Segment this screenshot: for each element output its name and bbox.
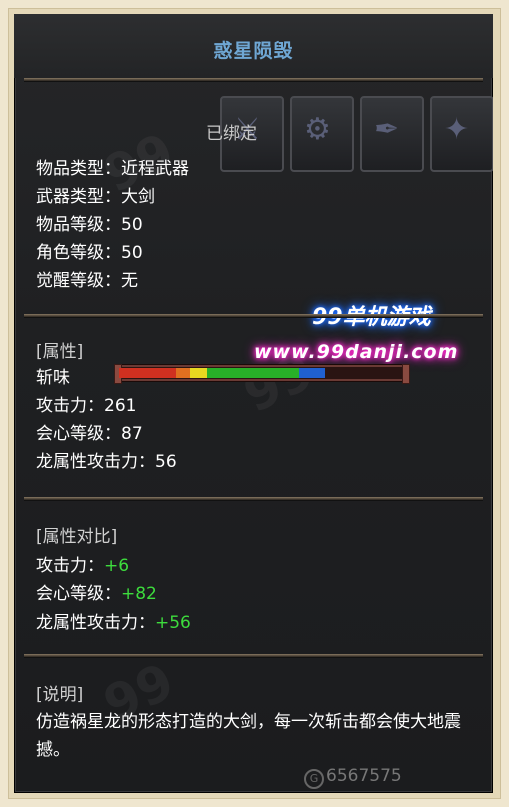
sharpness-segment: [207, 368, 299, 378]
item-tooltip: 99 99 99 惑星陨毁 ⚔ ⚙ ✒ ✦ 已绑定 物品类型：近程武器 武器类型…: [14, 14, 493, 793]
equip-slot[interactable]: ✒: [360, 96, 424, 172]
gear-slot-icon: ✒: [374, 112, 400, 147]
value: 大剑: [121, 187, 155, 207]
gear-slot-icon: ✦: [444, 112, 470, 147]
compare-header: [属性对比]: [36, 527, 118, 547]
equip-slot[interactable]: ⚙: [290, 96, 354, 172]
compare-crit-level: 会心等级：+82: [36, 579, 157, 604]
divider: [24, 314, 483, 317]
label: 物品类型：: [36, 159, 121, 179]
stat-dragon-attack: 龙属性攻击力：56: [36, 447, 177, 472]
basic-row-item-level: 物品等级：50: [36, 210, 143, 235]
value: 近程武器: [121, 159, 189, 179]
basic-row-awaken-level: 觉醒等级：无: [36, 266, 138, 291]
value: 50: [121, 215, 143, 235]
watermark-url: www.99danji.com: [254, 341, 459, 363]
sharpness-label: 斩味: [36, 368, 70, 388]
bound-status: 已绑定: [206, 124, 257, 144]
sharpness-segment: [299, 368, 325, 378]
label: 会心等级：: [36, 424, 121, 444]
divider: [24, 497, 483, 500]
label: 角色等级：: [36, 243, 121, 263]
stat-attack: 攻击力：261: [36, 391, 136, 416]
value: 50: [121, 243, 143, 263]
compare-dragon-attack: 龙属性攻击力：+56: [36, 608, 191, 633]
description-header: [说明]: [36, 685, 84, 705]
stat-crit-level: 会心等级：87: [36, 419, 143, 444]
label: 龙属性攻击力：: [36, 452, 155, 472]
value: 87: [121, 424, 143, 444]
label: 觉醒等级：: [36, 271, 121, 291]
sharpness-cap-right: [402, 364, 410, 384]
label: 攻击力：: [36, 556, 104, 576]
label: 龙属性攻击力：: [36, 613, 155, 633]
sharpness-segment: [119, 368, 176, 378]
value: +6: [104, 556, 130, 576]
basic-row-character-level: 角色等级：50: [36, 238, 143, 263]
value: +56: [155, 613, 191, 633]
value: 无: [121, 271, 138, 291]
label: 会心等级：: [36, 584, 121, 604]
sharpness-bar: [114, 364, 410, 384]
value: 56: [155, 452, 177, 472]
sharpness-segment: [176, 368, 190, 378]
equip-slot[interactable]: ✦: [430, 96, 493, 172]
divider: [24, 654, 483, 657]
label: 物品等级：: [36, 215, 121, 235]
attributes-header: [属性]: [36, 342, 84, 362]
item-name: 惑星陨毁: [213, 40, 294, 62]
basic-row-item-type: 物品类型：近程武器: [36, 154, 189, 179]
price: 6567575: [326, 766, 402, 786]
value: 261: [104, 396, 137, 416]
value: +82: [121, 584, 157, 604]
basic-row-weapon-type: 武器类型：大剑: [36, 182, 155, 207]
label: 武器类型：: [36, 187, 121, 207]
gear-slot-icon: ⚙: [304, 112, 331, 147]
compare-attack: 攻击力：+6: [36, 551, 129, 576]
label: 攻击力：: [36, 396, 104, 416]
title-bar: 惑星陨毁: [14, 14, 493, 78]
sharpness-segment: [190, 368, 207, 378]
coin-icon: G: [304, 769, 324, 789]
description-text: 仿造祸星龙的形态打造的大剑，每一次斩击都会使大地震撼。: [36, 712, 461, 760]
divider: [24, 78, 483, 81]
